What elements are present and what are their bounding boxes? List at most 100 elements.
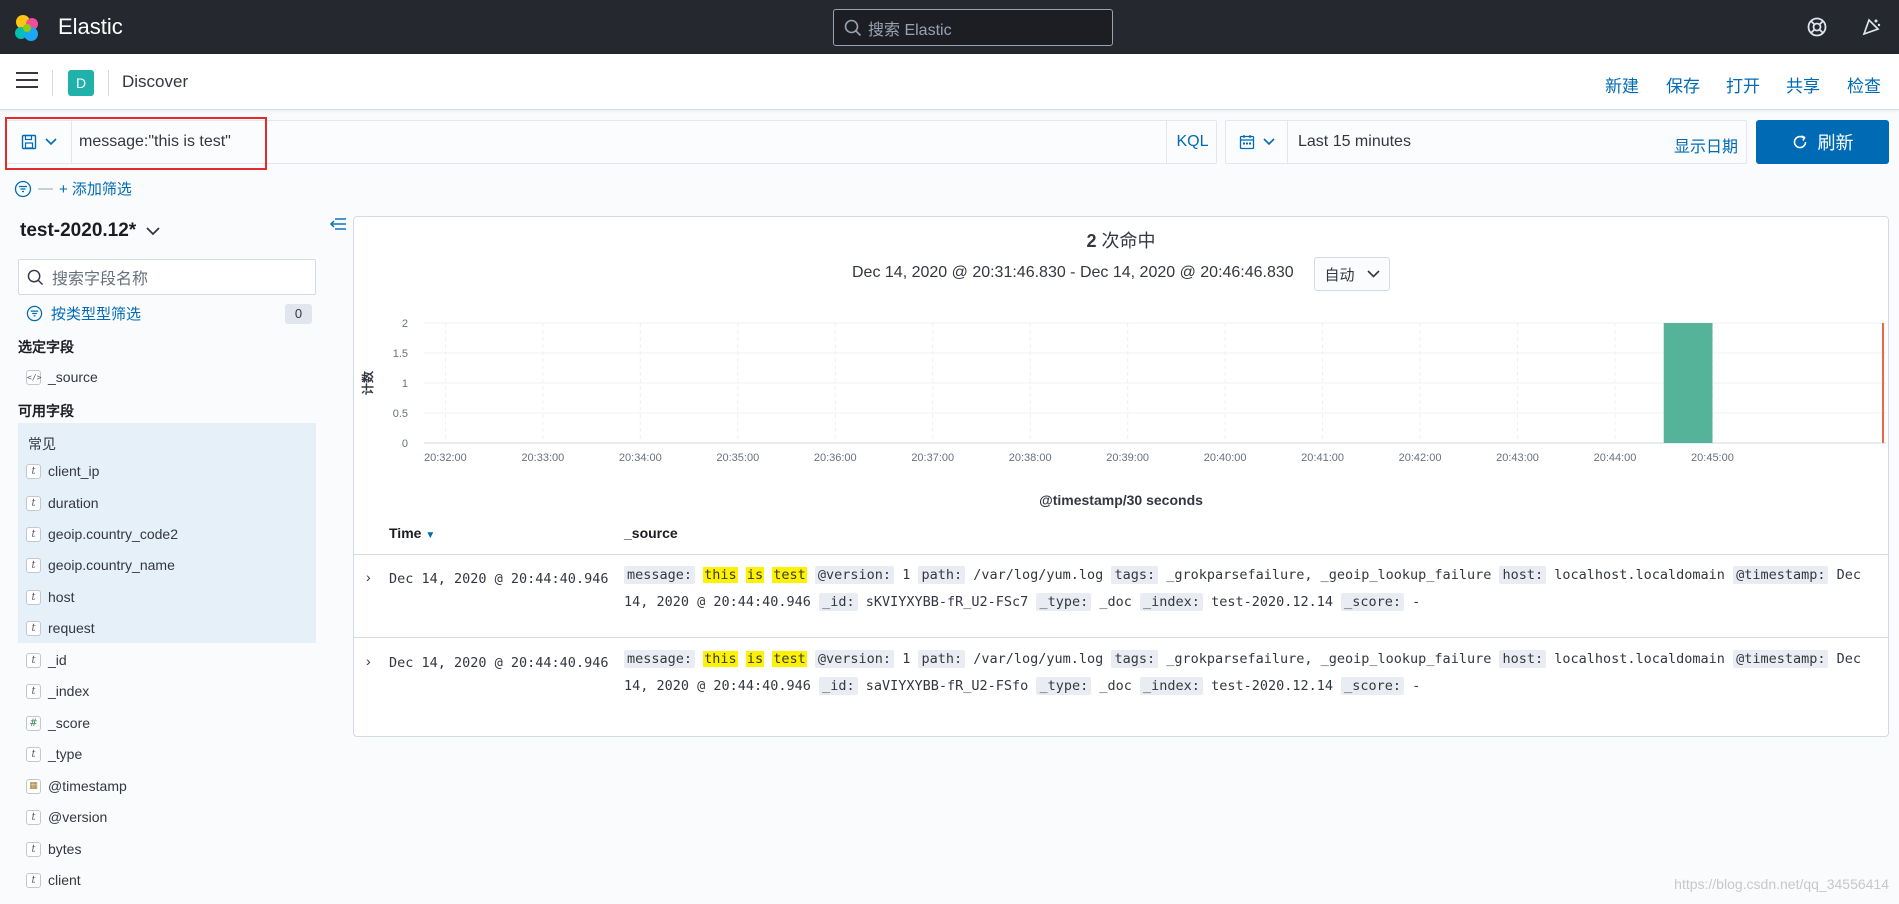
source-value: /var/log/yum.log <box>973 567 1104 583</box>
collapse-sidebar-icon[interactable] <box>329 216 347 232</box>
x-tick-label: 20:39:00 <box>1106 452 1149 464</box>
source-key: _index: <box>1140 593 1203 611</box>
field-item[interactable]: t geoip.country_name <box>26 555 175 575</box>
y-axis-title: 计数 <box>360 370 375 395</box>
field-name: geoip.country_name <box>48 557 175 573</box>
filter-by-type-button[interactable]: 按类型型筛选 <box>26 303 141 324</box>
field-item[interactable]: t bytes <box>26 839 81 859</box>
quick-select-button[interactable] <box>1226 121 1288 163</box>
field-item[interactable]: t @version <box>26 807 107 827</box>
number-type-icon: # <box>26 715 41 731</box>
field-name: _type <box>48 746 83 762</box>
row-divider <box>354 637 1888 638</box>
filter-options-icon[interactable] <box>14 180 32 198</box>
refresh-label: 刷新 <box>1817 133 1854 153</box>
time-range-label[interactable]: Last 15 minutes <box>1298 133 1411 151</box>
source-value: localhost.localdomain <box>1554 567 1725 583</box>
field-search-placeholder: 搜索字段名称 <box>52 271 149 288</box>
field-search-input[interactable]: 搜索字段名称 <box>18 259 316 295</box>
help-icon[interactable] <box>1806 16 1828 38</box>
field-name: _id <box>48 652 67 668</box>
column-header-time[interactable]: Time ▼ <box>389 525 435 541</box>
field-item[interactable]: t _index <box>26 681 89 701</box>
column-header-source: _source <box>624 525 678 541</box>
refresh-button[interactable]: 刷新 <box>1756 120 1889 164</box>
source-key: _index: <box>1140 677 1203 695</box>
interval-select[interactable]: 自动 <box>1314 257 1390 291</box>
field-name: client_ip <box>48 463 100 479</box>
x-tick-label: 20:35:00 <box>716 452 759 464</box>
expand-row-button[interactable]: › <box>366 653 371 669</box>
filter-by-type-label: 按类型型筛选 <box>51 306 142 323</box>
source-value: /var/log/yum.log <box>973 651 1104 667</box>
source-key: _score: <box>1341 677 1405 695</box>
annotation-highlight-box <box>5 117 267 170</box>
source-key: _type: <box>1036 593 1092 611</box>
highlight-term: is <box>745 651 765 667</box>
x-tick-label: 20:38:00 <box>1009 452 1052 464</box>
column-time-label: Time <box>389 525 422 541</box>
space-avatar[interactable]: D <box>68 70 94 96</box>
filter-separator: — <box>38 180 53 197</box>
app-navbar: D Discover 新建 保存 打开 共享 检查 <box>0 54 1899 110</box>
row-time: Dec 14, 2020 @ 20:44:40.946 <box>389 571 609 587</box>
field-name: bytes <box>48 841 82 857</box>
field-name: duration <box>48 495 99 511</box>
source-key: message: <box>624 566 696 584</box>
hits-count: 2 次命中 <box>354 227 1888 253</box>
field-name: host <box>48 589 75 605</box>
y-tick-label: 1.5 <box>393 348 408 360</box>
expand-row-button[interactable]: › <box>366 569 371 585</box>
field-item[interactable]: ▦ @timestamp <box>26 776 127 796</box>
field-item[interactable]: t geoip.country_code2 <box>26 524 178 544</box>
field-item[interactable]: t duration <box>26 493 99 513</box>
x-tick-label: 20:44:00 <box>1594 452 1637 464</box>
field-item[interactable]: t client <box>26 870 81 890</box>
add-filter-link[interactable]: + 添加筛选 <box>59 178 132 199</box>
field-item[interactable]: # _score <box>26 713 90 733</box>
source-key: message: <box>624 650 696 668</box>
field-item[interactable]: t client_ip <box>26 461 99 481</box>
breadcrumb: Discover <box>122 72 189 91</box>
string-type-icon: t <box>26 557 41 573</box>
field-item[interactable]: t _id <box>26 650 67 670</box>
time-range-text: Dec 14, 2020 @ 20:31:46.830 - Dec 14, 20… <box>852 264 1294 281</box>
string-type-icon: t <box>26 620 41 636</box>
chevron-down-icon <box>1366 270 1380 278</box>
search-icon <box>844 19 862 36</box>
elastic-logo-icon[interactable] <box>12 13 42 43</box>
global-search-input[interactable]: 搜索 Elastic <box>833 9 1113 46</box>
field-item[interactable]: t host <box>26 587 74 607</box>
newsfeed-icon[interactable] <box>1860 16 1882 38</box>
menu-new-link[interactable]: 新建 <box>1605 72 1639 97</box>
highlight-term: is <box>745 567 765 583</box>
source-key: _id: <box>819 677 858 695</box>
x-tick-label: 20:41:00 <box>1301 452 1344 464</box>
field-item[interactable]: t request <box>26 618 95 638</box>
show-dates-link[interactable]: 显示日期 <box>1674 133 1738 157</box>
field-name: _source <box>48 369 98 385</box>
menu-save-link[interactable]: 保存 <box>1666 72 1700 97</box>
menu-toggle-button[interactable] <box>16 72 38 92</box>
field-item-source[interactable]: </> _source <box>26 367 98 387</box>
menu-share-link[interactable]: 共享 <box>1786 72 1820 97</box>
histogram-chart[interactable]: 0 0.5 1 1.5 2 20:32:00 20:33:00 20:34:00 20:35:0… <box>354 297 1890 492</box>
string-type-icon: t <box>26 463 41 479</box>
interval-value: 自动 <box>1324 266 1355 284</box>
source-key: path: <box>918 650 966 668</box>
highlight-term: test <box>772 567 807 583</box>
query-language-button[interactable]: KQL <box>1166 121 1218 163</box>
field-name: request <box>48 620 95 636</box>
menu-open-link[interactable]: 打开 <box>1726 72 1760 97</box>
y-tick-label: 0.5 <box>393 408 408 420</box>
x-tick-label: 20:43:00 <box>1496 452 1539 464</box>
row-source: message: this is test @version: 1 path: … <box>624 562 1874 616</box>
field-item[interactable]: t _type <box>26 744 82 764</box>
x-tick-label: 20:37:00 <box>911 452 954 464</box>
brand-name[interactable]: Elastic <box>58 14 123 40</box>
string-type-icon: t <box>26 841 41 857</box>
common-heading-label: 常见 <box>28 436 56 452</box>
index-pattern-selector[interactable]: test-2020.12* <box>20 220 160 242</box>
x-tick-label: 20:40:00 <box>1204 452 1247 464</box>
menu-inspect-link[interactable]: 检查 <box>1847 72 1881 97</box>
